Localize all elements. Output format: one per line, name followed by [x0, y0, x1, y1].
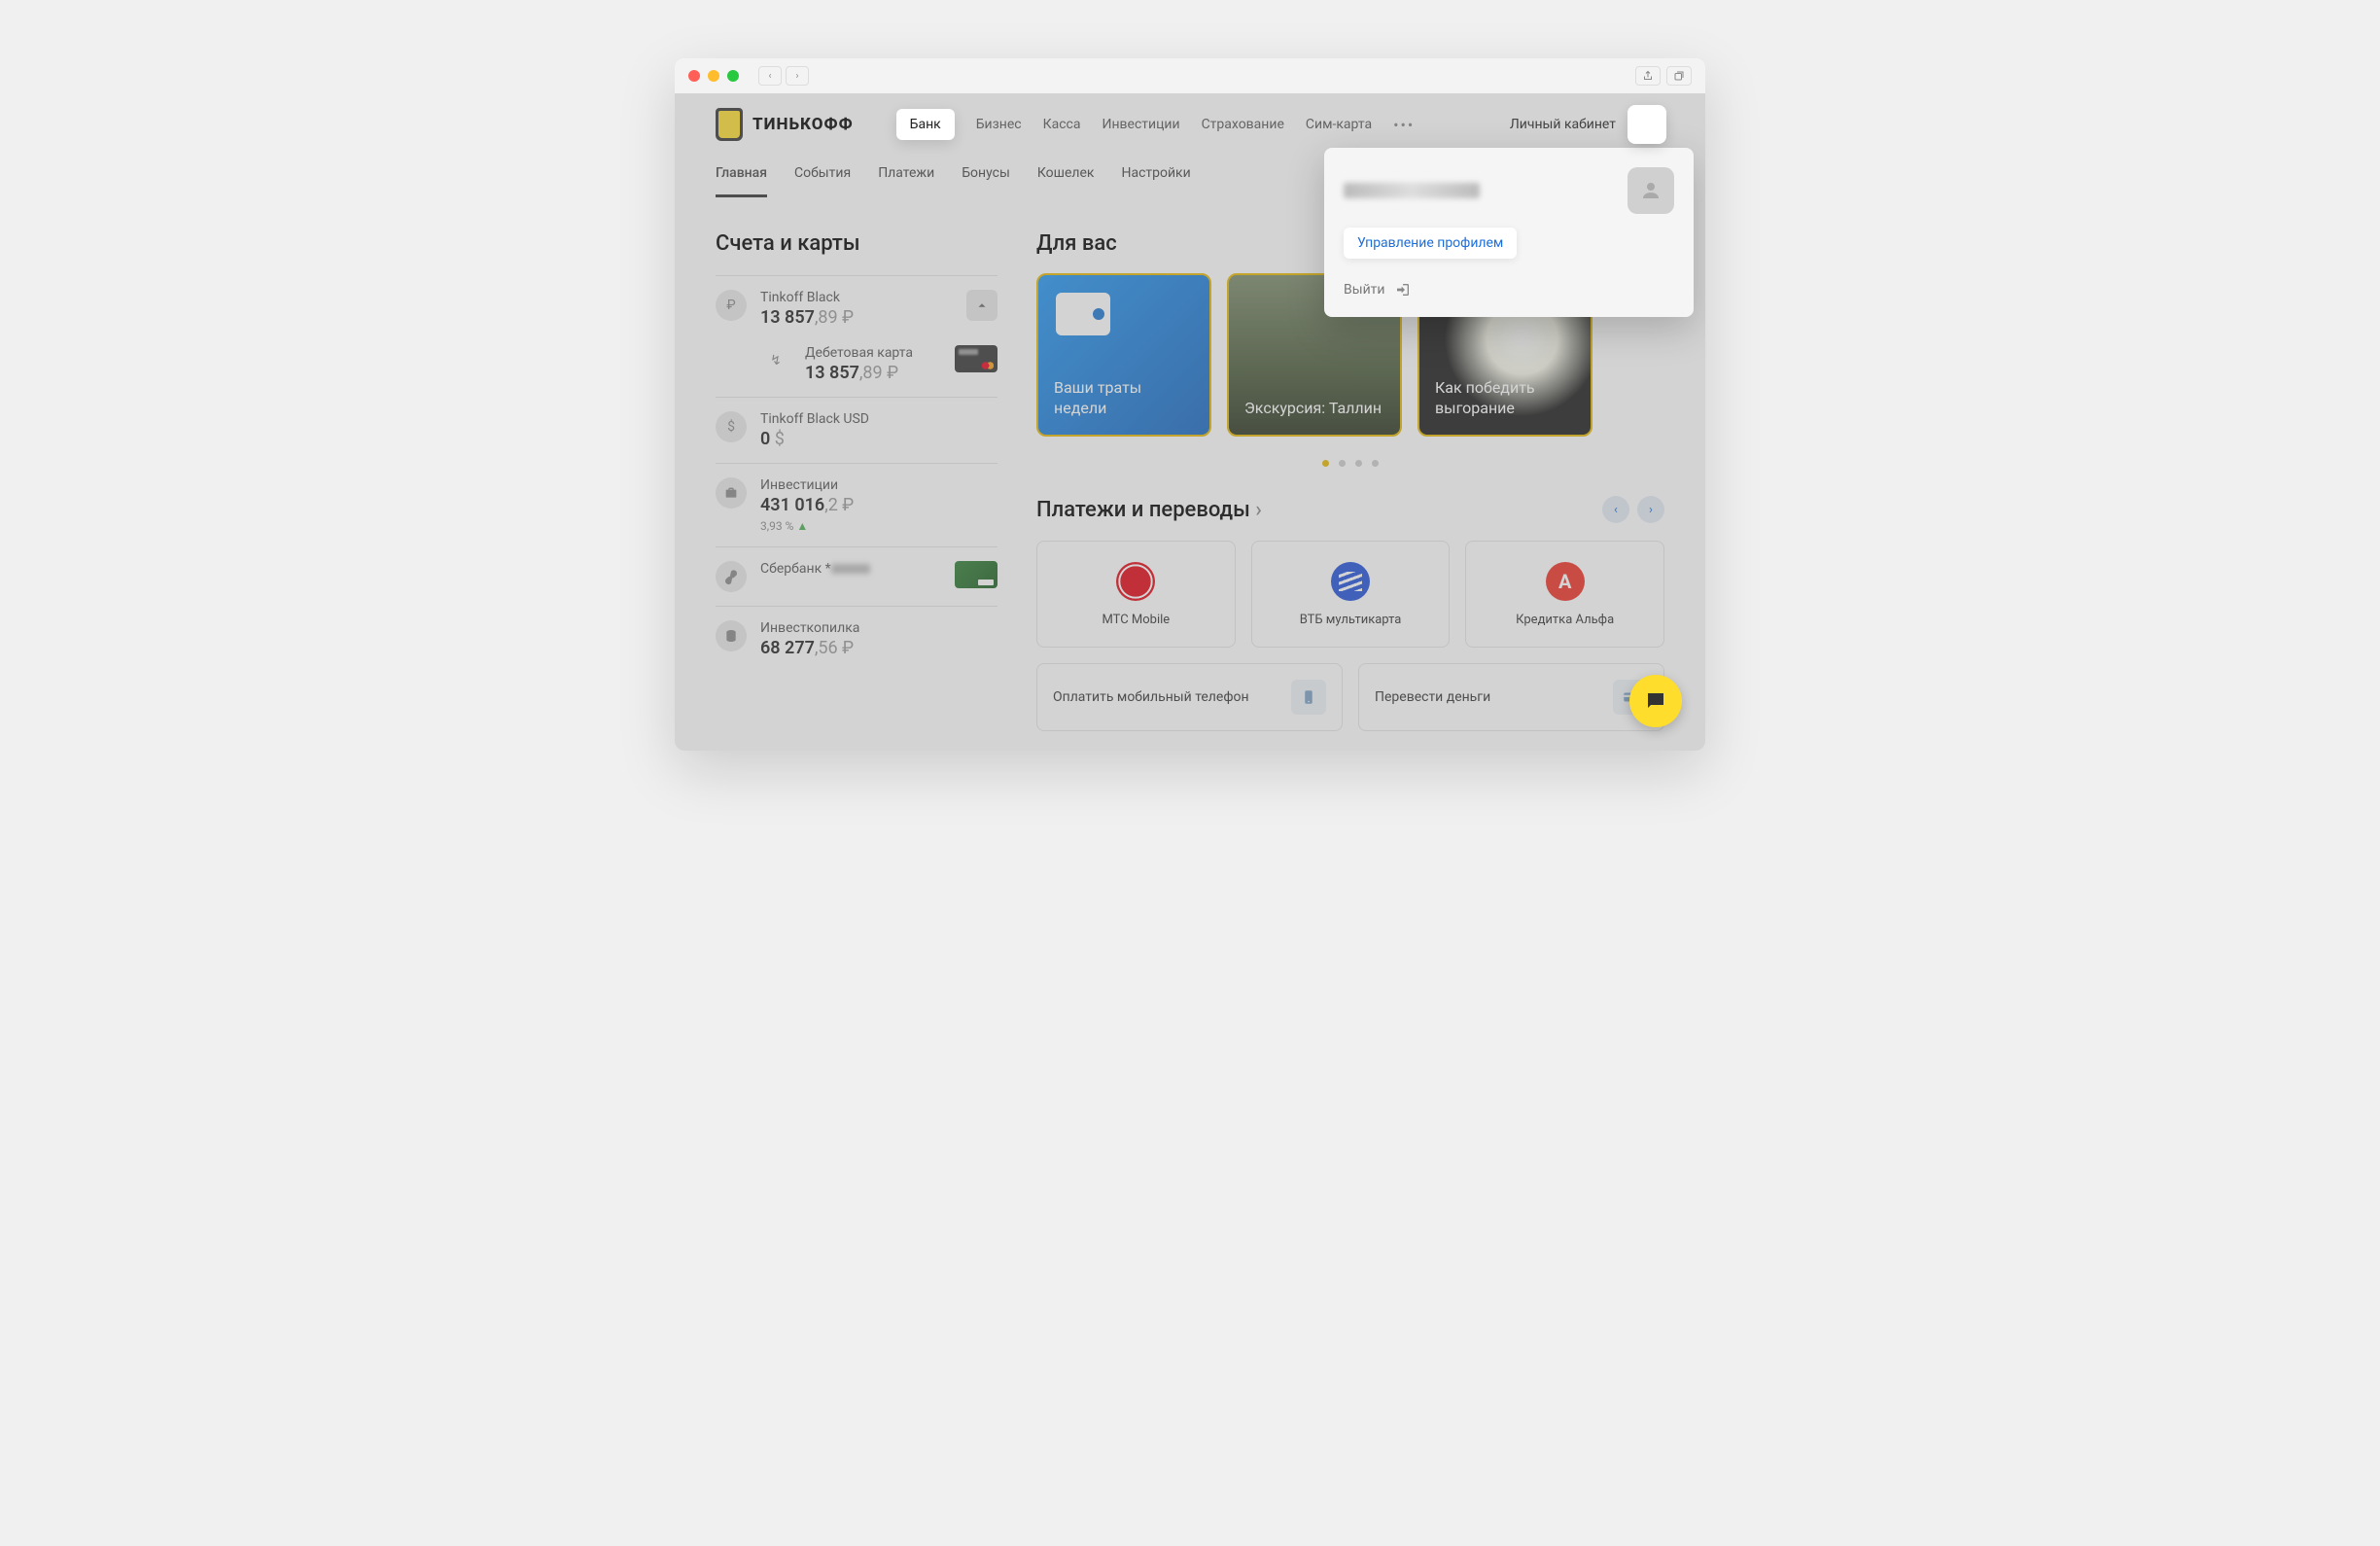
bolt-icon: ↯ [760, 345, 791, 376]
account-debit-card[interactable]: ↯ Дебетовая карта 13 857,89 ₽ [716, 341, 998, 397]
window-controls [688, 70, 739, 82]
carousel-dot[interactable] [1372, 460, 1379, 467]
link-icon [716, 561, 747, 592]
top-nav-kassa[interactable]: Касса [1043, 117, 1081, 132]
payment-actions: Оплатить мобильный телефон Перевести ден… [1036, 663, 1664, 731]
chat-fab[interactable] [1629, 675, 1682, 727]
payment-alfa[interactable]: A Кредитка Альфа [1465, 541, 1664, 648]
top-nav-insurance[interactable]: Страхование [1202, 117, 1284, 132]
account-sberbank[interactable]: Сбербанк * [716, 546, 998, 606]
carousel-next-button[interactable]: › [1637, 496, 1664, 523]
chevron-up-icon [975, 299, 989, 312]
logout-button[interactable]: Выйти [1344, 282, 1674, 298]
wallet-icon [1056, 293, 1110, 335]
payment-providers: МТС Mobile ВТБ мультикарта A Кредитка Ал… [1036, 541, 1664, 648]
profile-name-redacted [1344, 183, 1480, 198]
browser-forward-button[interactable]: › [786, 66, 809, 86]
carousel-dots [1036, 460, 1664, 467]
logout-icon [1395, 282, 1411, 298]
browser-nav-arrows: ‹ › [758, 66, 809, 86]
carousel-dot[interactable] [1355, 460, 1362, 467]
collapse-button[interactable] [966, 290, 998, 321]
payment-vtb[interactable]: ВТБ мультикарта [1251, 541, 1451, 648]
sub-nav-main[interactable]: Главная [716, 165, 767, 197]
phone-icon [1291, 680, 1326, 715]
sub-nav-events[interactable]: События [794, 165, 851, 197]
dollar-icon: $ [716, 411, 747, 442]
top-nav-sim[interactable]: Сим-карта [1306, 117, 1372, 132]
chevron-down-icon [1640, 118, 1654, 131]
close-window-button[interactable] [688, 70, 700, 82]
brand-text: ТИНЬКОФФ [752, 115, 854, 134]
tabs-button[interactable] [1666, 66, 1692, 86]
payments-carousel-nav: ‹ › [1602, 496, 1664, 523]
carousel-dot[interactable] [1322, 460, 1329, 467]
vtb-logo-icon [1331, 562, 1370, 601]
account-investkopilka[interactable]: Инвесткопилка 68 277,56 ₽ [716, 606, 998, 672]
alfa-logo-icon: A [1546, 562, 1585, 601]
account-name: Tinkoff Black [760, 290, 953, 305]
up-arrow-icon: ▲ [796, 519, 808, 533]
sub-nav-settings[interactable]: Настройки [1121, 165, 1190, 197]
browser-window: ‹ › ТИНЬКОФФ Банк Бизнес Касса Инвестици… [675, 58, 1705, 751]
account-name: Сбербанк * [760, 561, 941, 577]
top-nav-bank[interactable]: Банк [896, 109, 955, 140]
avatar-placeholder [1628, 167, 1674, 214]
payments-title[interactable]: Платежи и переводы [1036, 498, 1262, 522]
maximize-window-button[interactable] [727, 70, 739, 82]
action-transfer-money[interactable]: Перевести деньги [1358, 663, 1664, 731]
payment-mts[interactable]: МТС Mobile [1036, 541, 1236, 648]
browser-chrome: ‹ › [675, 58, 1705, 93]
top-nav-more[interactable]: ••• [1393, 116, 1415, 134]
account-name: Tinkoff Black USD [760, 411, 998, 427]
account-name: Инвесткопилка [760, 620, 998, 636]
top-nav-invest[interactable]: Инвестиции [1102, 117, 1179, 132]
profile-dropdown-toggle[interactable] [1629, 107, 1664, 142]
card-thumbnail [955, 345, 998, 372]
account-tinkoff-black[interactable]: ₽ Tinkoff Black 13 857,89 ₽ [716, 275, 998, 341]
person-icon [1639, 179, 1662, 202]
sub-nav-payments[interactable]: Платежи [878, 165, 934, 197]
ruble-icon: ₽ [716, 290, 747, 321]
chat-icon [1644, 689, 1667, 713]
logout-label: Выйти [1344, 282, 1385, 298]
sub-nav-bonus[interactable]: Бонусы [962, 165, 1010, 197]
share-button[interactable] [1635, 66, 1661, 86]
browser-back-button[interactable]: ‹ [758, 66, 782, 86]
briefcase-icon [716, 477, 747, 509]
account-name: Инвестиции [760, 477, 998, 493]
carousel-dot[interactable] [1339, 460, 1346, 467]
account-tinkoff-usd[interactable]: $ Tinkoff Black USD 0 $ [716, 397, 998, 463]
promo-card-spending[interactable]: Ваши траты недели [1036, 273, 1211, 437]
top-nav: Банк Бизнес Касса Инвестиции Страхование… [896, 109, 1416, 140]
manage-profile-button[interactable]: Управление профилем [1344, 228, 1517, 259]
stack-icon [716, 620, 747, 651]
masked-digits [831, 564, 870, 574]
top-nav-business[interactable]: Бизнес [976, 117, 1022, 132]
shield-icon [716, 108, 743, 141]
account-name: Дебетовая карта [805, 345, 941, 361]
action-pay-mobile[interactable]: Оплатить мобильный телефон [1036, 663, 1343, 731]
card-thumbnail-visa [955, 561, 998, 588]
app-content: ТИНЬКОФФ Банк Бизнес Касса Инвестиции Ст… [675, 93, 1705, 751]
sub-nav-wallet[interactable]: Кошелек [1037, 165, 1095, 197]
mts-logo-icon [1116, 562, 1155, 601]
top-header: ТИНЬКОФФ Банк Бизнес Касса Инвестиции Ст… [675, 93, 1705, 156]
accounts-sidebar: Счета и карты ₽ Tinkoff Black 13 857,89 … [716, 231, 998, 731]
sidebar-title: Счета и карты [716, 231, 998, 256]
profile-dropdown: Управление профилем Выйти [1324, 148, 1694, 317]
cabinet-link[interactable]: Личный кабинет [1510, 117, 1616, 132]
brand-logo[interactable]: ТИНЬКОФФ [716, 108, 854, 141]
minimize-window-button[interactable] [708, 70, 719, 82]
carousel-prev-button[interactable]: ‹ [1602, 496, 1629, 523]
account-investments[interactable]: Инвестиции 431 016,2 ₽ 3,93 % ▲ [716, 463, 998, 546]
